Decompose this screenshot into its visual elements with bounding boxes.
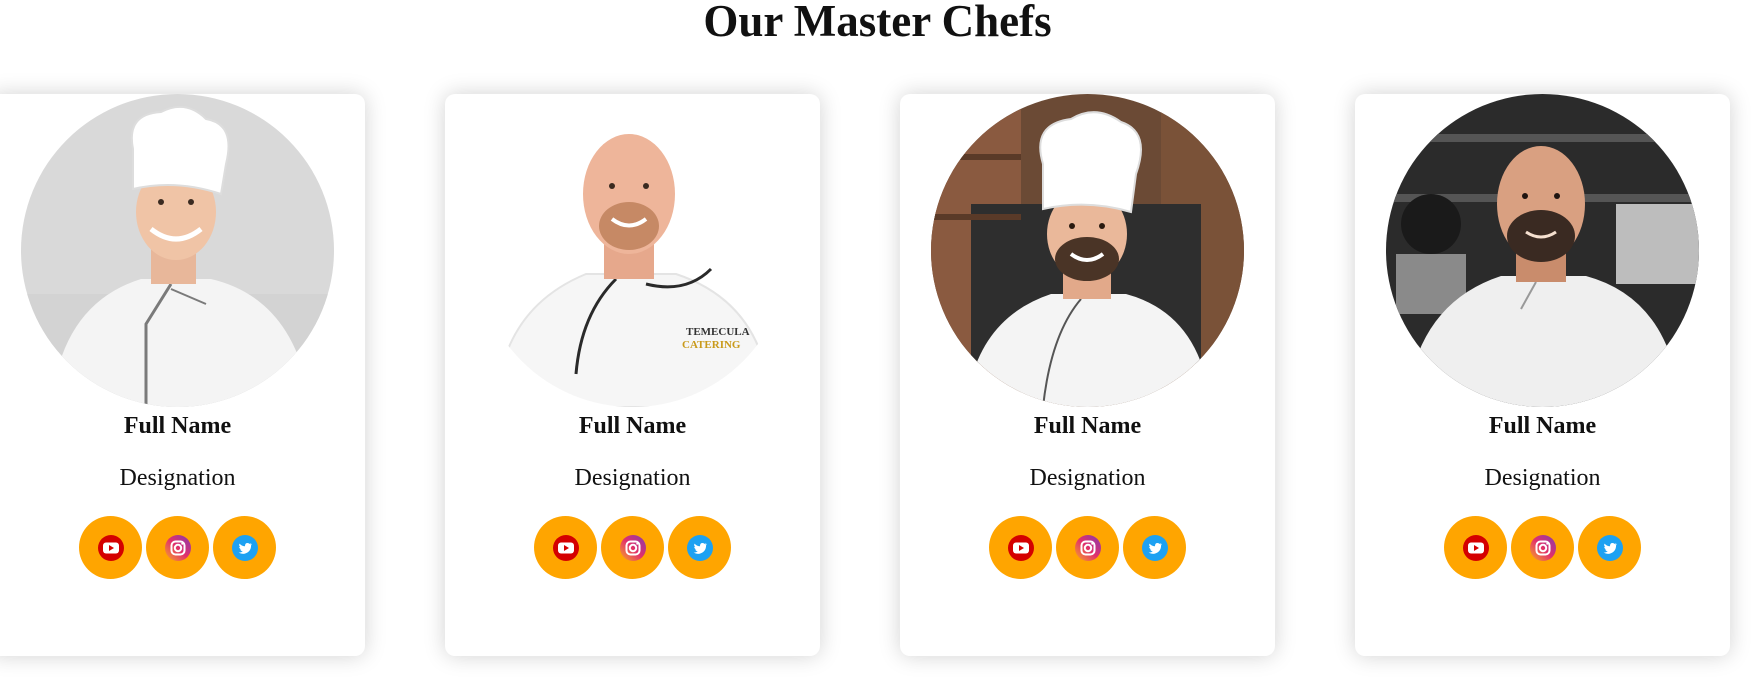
twitter-button[interactable] [1578,516,1641,579]
instagram-icon [164,534,191,561]
instagram-icon [619,534,646,561]
chef-card: Full Name Designation [0,94,365,656]
chefs-section: Our Master Chefs Full Name Designation T… [0,0,1755,696]
social-links [900,516,1275,579]
jacket-patch-text: BUCA [1647,379,1670,388]
instagram-button[interactable] [146,516,209,579]
jacket-badge-line1: TEMECULA [686,326,750,338]
chef-photo-image [21,94,334,407]
twitter-button[interactable] [668,516,731,579]
youtube-icon [1462,534,1489,561]
youtube-icon [552,534,579,561]
twitter-icon [1596,534,1623,561]
jacket-badge-line2: CATERING [682,339,741,351]
chef-name: Full Name [1488,413,1597,439]
youtube-icon [1007,534,1034,561]
chef-photo: BUCA [1386,94,1699,407]
instagram-icon [1074,534,1101,561]
chef-designation: Designation [1484,465,1601,491]
instagram-button[interactable] [1056,516,1119,579]
chef-photo [931,94,1244,407]
youtube-button[interactable] [989,516,1052,579]
chef-photo-image: BUCA [1386,94,1699,407]
instagram-button[interactable] [1511,516,1574,579]
chef-card: BUCA Full Name Designation [1355,94,1730,656]
chef-photo-image: TEMECULA CATERING [476,94,789,407]
youtube-icon [97,534,124,561]
social-links [0,516,365,579]
chef-photo-image [931,94,1244,407]
chef-photo: TEMECULA CATERING [476,94,789,407]
youtube-button[interactable] [79,516,142,579]
chef-designation: Designation [574,465,691,491]
twitter-icon [1141,534,1168,561]
twitter-button[interactable] [213,516,276,579]
chef-card: Full Name Designation [900,94,1275,656]
instagram-button[interactable] [601,516,664,579]
chef-designation: Designation [119,465,236,491]
youtube-button[interactable] [534,516,597,579]
chef-name: Full Name [123,413,232,439]
youtube-button[interactable] [1444,516,1507,579]
section-title: Our Master Chefs [703,0,1052,46]
chef-card: TEMECULA CATERING Full Name Designation [445,94,820,656]
social-links [445,516,820,579]
chef-designation: Designation [1029,465,1146,491]
instagram-icon [1529,534,1556,561]
twitter-icon [231,534,258,561]
social-links [1355,516,1730,579]
chef-name: Full Name [1033,413,1142,439]
chef-name: Full Name [578,413,687,439]
twitter-button[interactable] [1123,516,1186,579]
chef-photo [21,94,334,407]
twitter-icon [686,534,713,561]
